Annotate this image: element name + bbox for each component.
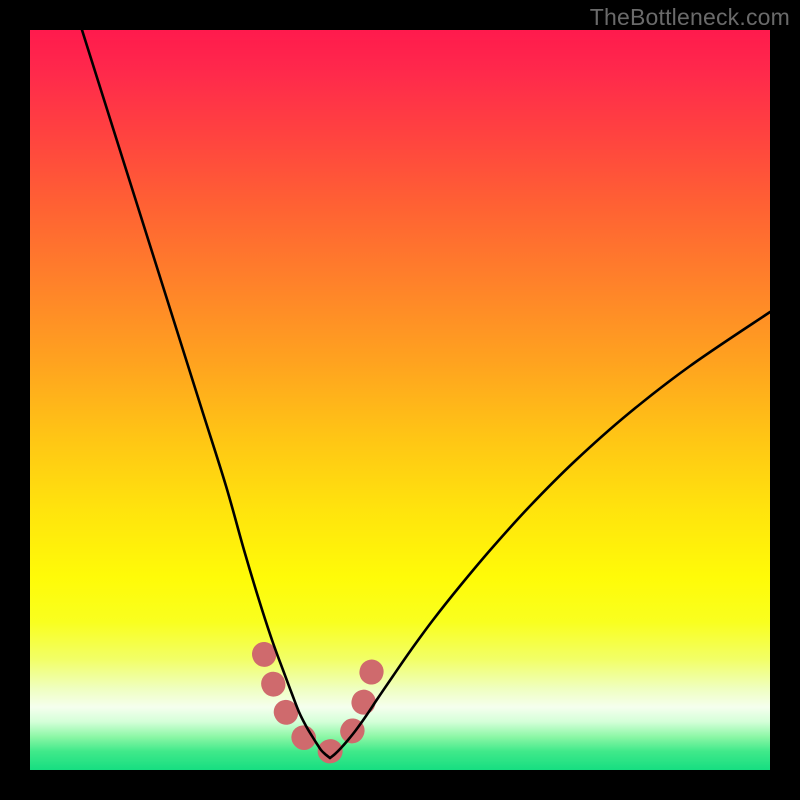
plot-area — [30, 30, 770, 770]
watermark-text: TheBottleneck.com — [590, 4, 790, 31]
right-branch-curve — [330, 312, 770, 758]
left-branch-curve — [82, 30, 330, 758]
curve-layer — [30, 30, 770, 770]
chart-stage: TheBottleneck.com — [0, 0, 800, 800]
valley-marker-sausage — [264, 654, 372, 752]
